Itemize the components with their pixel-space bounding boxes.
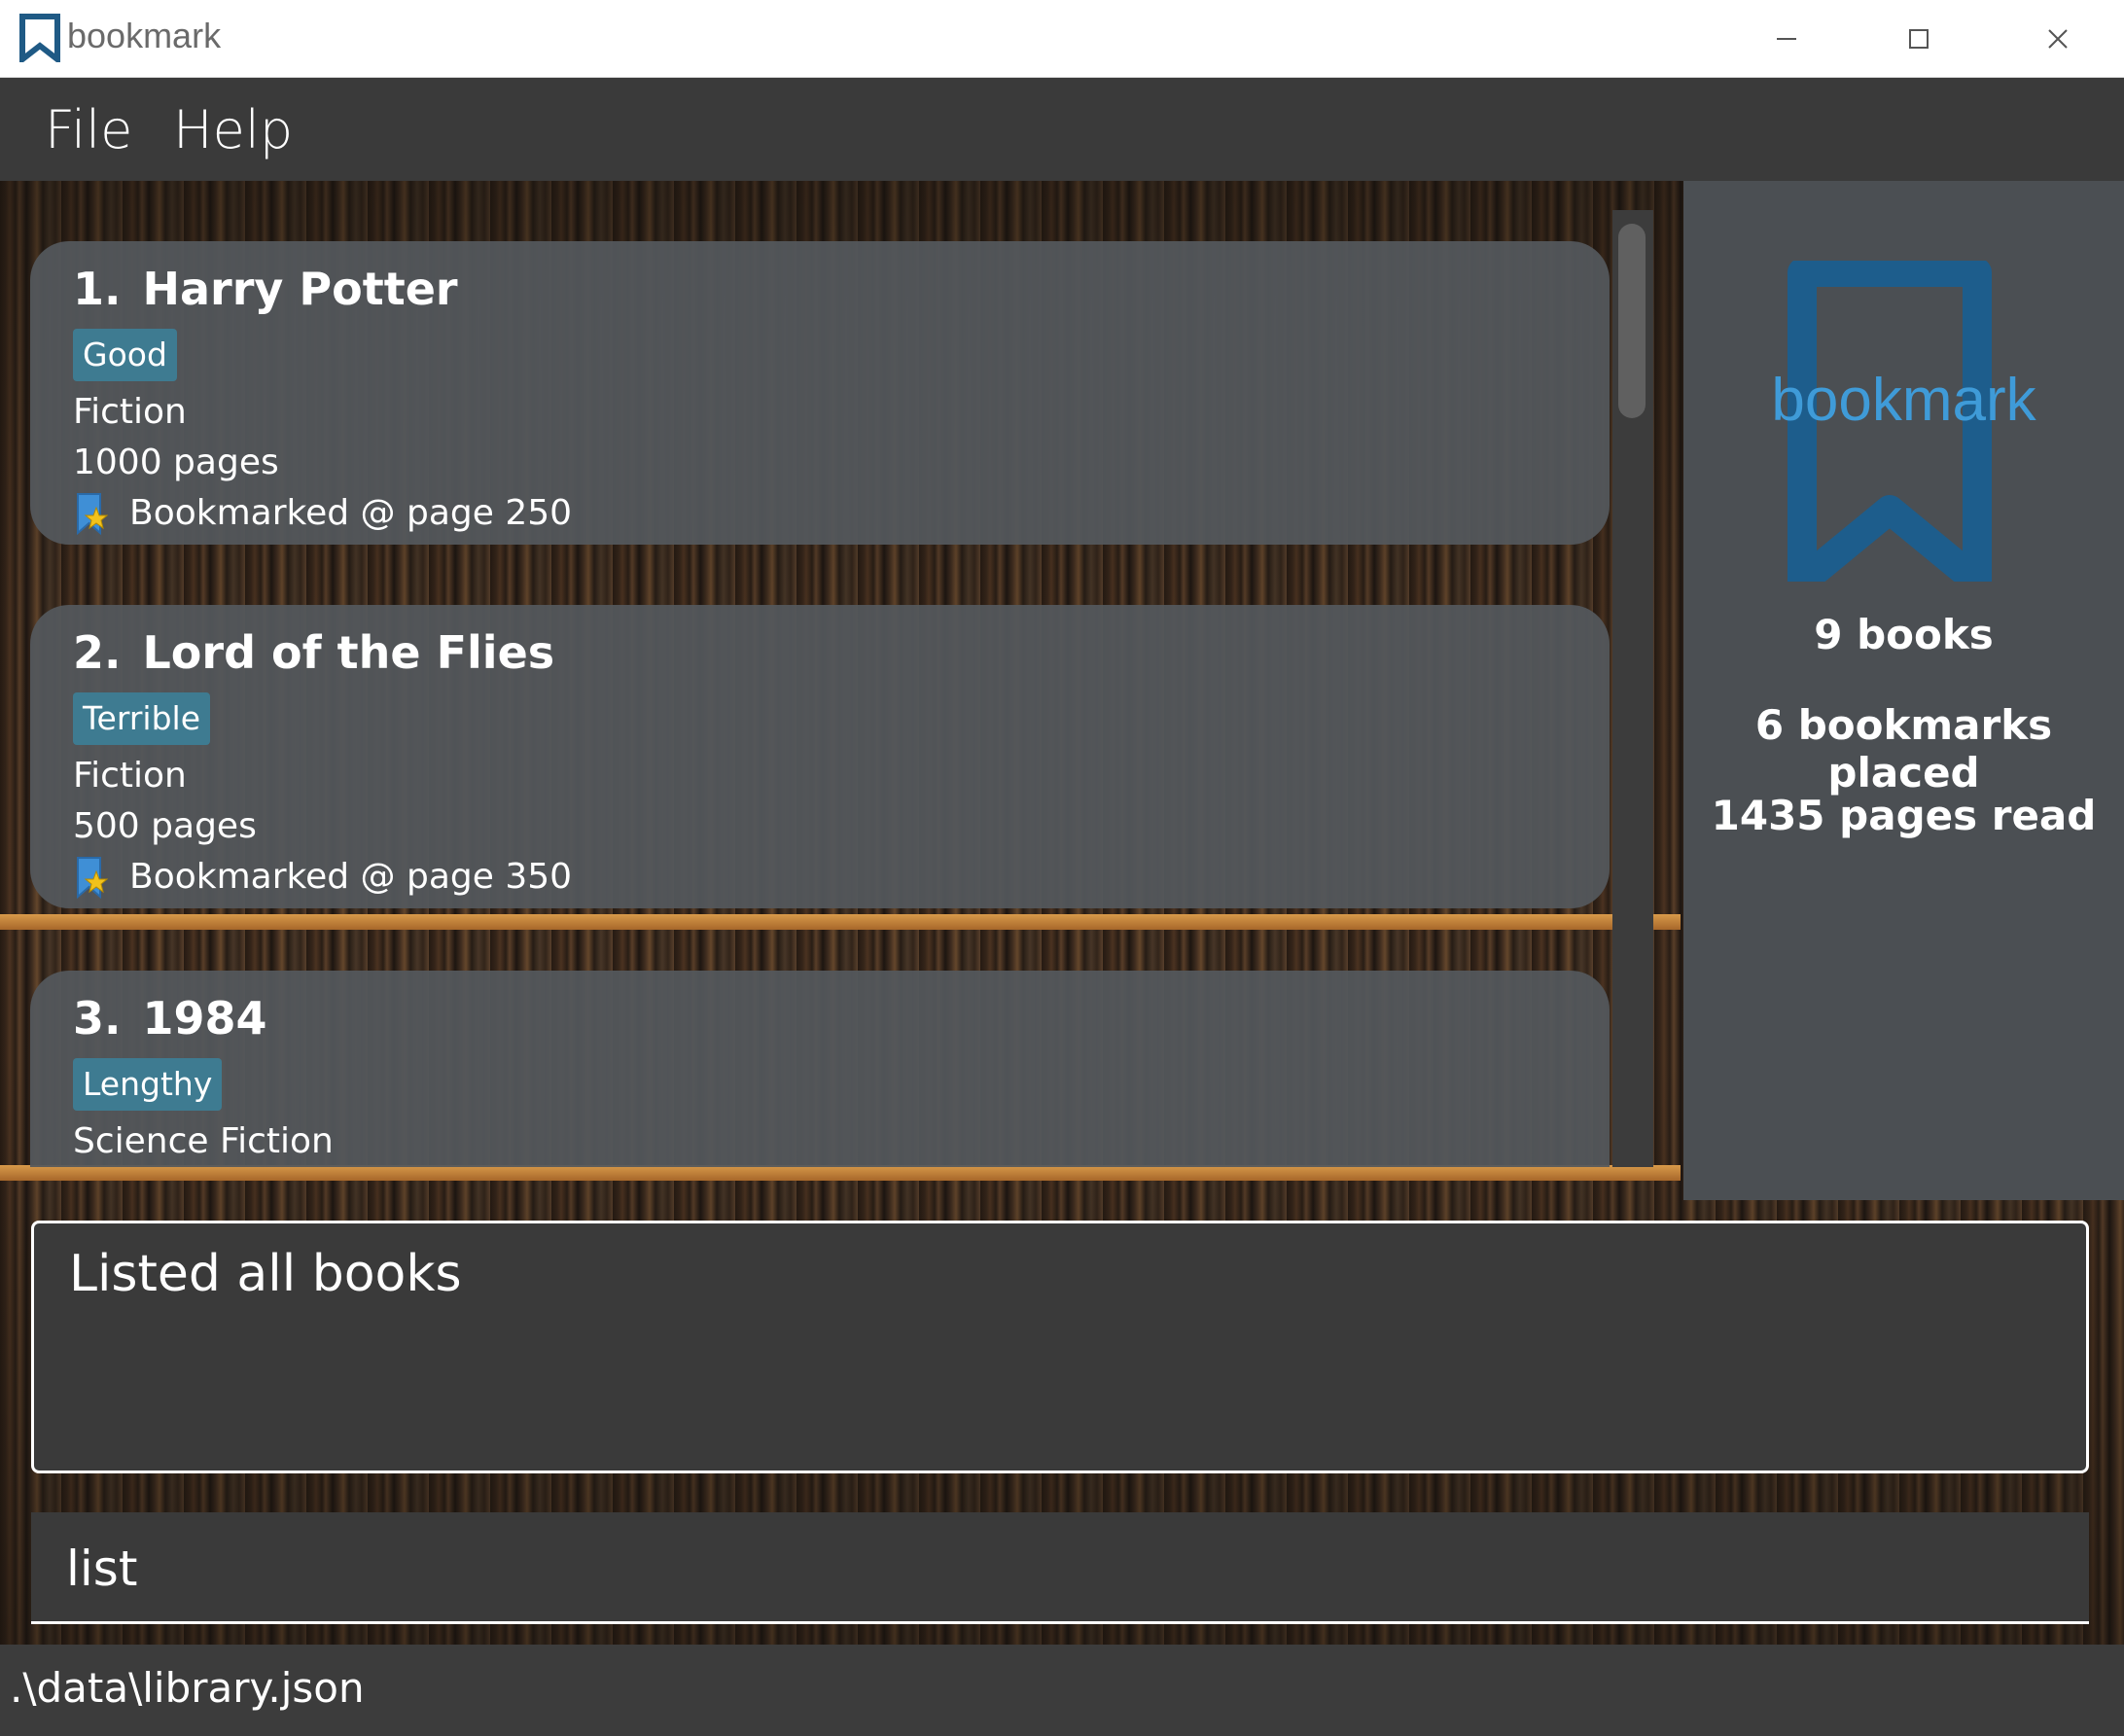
book-genre: Fiction xyxy=(73,392,187,432)
book-title: 1984 xyxy=(142,992,267,1045)
book-index: 1. xyxy=(73,263,122,315)
command-box[interactable] xyxy=(31,1512,2089,1624)
menu-file[interactable]: File xyxy=(45,99,132,160)
maximize-button[interactable] xyxy=(1853,0,1985,78)
book-list[interactable]: 1. Harry Potter Good Fiction 1000 pages B… xyxy=(0,181,1681,1167)
book-card[interactable]: 1. Harry Potter Good Fiction 1000 pages B… xyxy=(30,241,1610,545)
result-display[interactable]: Listed all books xyxy=(31,1221,2089,1473)
stats-panel: bookmark 9 books 6 bookmarks placed 1435… xyxy=(1683,181,2124,1200)
bookmark-star-icon xyxy=(77,493,108,535)
book-tag: Lengthy xyxy=(73,1058,223,1111)
title-bar: bookmark xyxy=(0,0,2124,78)
stat-books: 9 books xyxy=(1814,611,1994,658)
book-bookmark: Bookmarked @ page 250 xyxy=(129,493,573,533)
book-bookmark: Bookmarked @ page 350 xyxy=(129,857,573,897)
book-title: Lord of the Flies xyxy=(142,626,555,679)
book-title-row: 2. Lord of the Flies xyxy=(73,626,554,679)
logo-text: bookmark xyxy=(1771,367,2036,434)
book-tag: Good xyxy=(73,329,177,381)
bookmark-icon xyxy=(19,14,60,62)
book-pages: 1000 pages xyxy=(73,443,279,482)
scrollbar-thumb[interactable] xyxy=(1618,224,1646,418)
bookmark-star-icon xyxy=(77,857,108,899)
book-card[interactable]: 3. 1984 Lengthy Science Fiction xyxy=(30,971,1610,1167)
maximize-icon xyxy=(1909,29,1929,49)
book-index: 2. xyxy=(73,626,122,679)
menu-bar: File Help xyxy=(0,78,2124,181)
book-title-row: 1. Harry Potter xyxy=(73,263,458,315)
result-message: Listed all books xyxy=(69,1245,462,1303)
book-genre: Science Fiction xyxy=(73,1121,334,1161)
book-title: Harry Potter xyxy=(142,263,458,315)
stat-pages-read: 1435 pages read xyxy=(1711,792,2097,839)
close-button[interactable] xyxy=(1992,0,2124,78)
book-pages: 500 pages xyxy=(73,806,257,846)
menu-help[interactable]: Help xyxy=(173,99,293,160)
book-genre: Fiction xyxy=(73,756,187,796)
book-card[interactable]: 2. Lord of the Flies Terrible Fiction 500… xyxy=(30,605,1610,908)
command-input[interactable] xyxy=(66,1534,2050,1604)
minimize-icon xyxy=(1777,38,1796,40)
status-bar: .\data\library.json xyxy=(0,1645,2124,1736)
data-file-path: .\data\library.json xyxy=(10,1664,365,1712)
stat-bookmarks: 6 bookmarks placed xyxy=(1754,701,2053,797)
shelf-plank xyxy=(0,1165,1681,1181)
minimize-button[interactable] xyxy=(1720,0,1853,78)
window-title: bookmark xyxy=(67,16,222,55)
book-index: 3. xyxy=(73,992,122,1045)
book-tag: Terrible xyxy=(73,692,210,745)
book-title-row: 3. 1984 xyxy=(73,992,267,1045)
close-icon xyxy=(2048,29,2068,49)
